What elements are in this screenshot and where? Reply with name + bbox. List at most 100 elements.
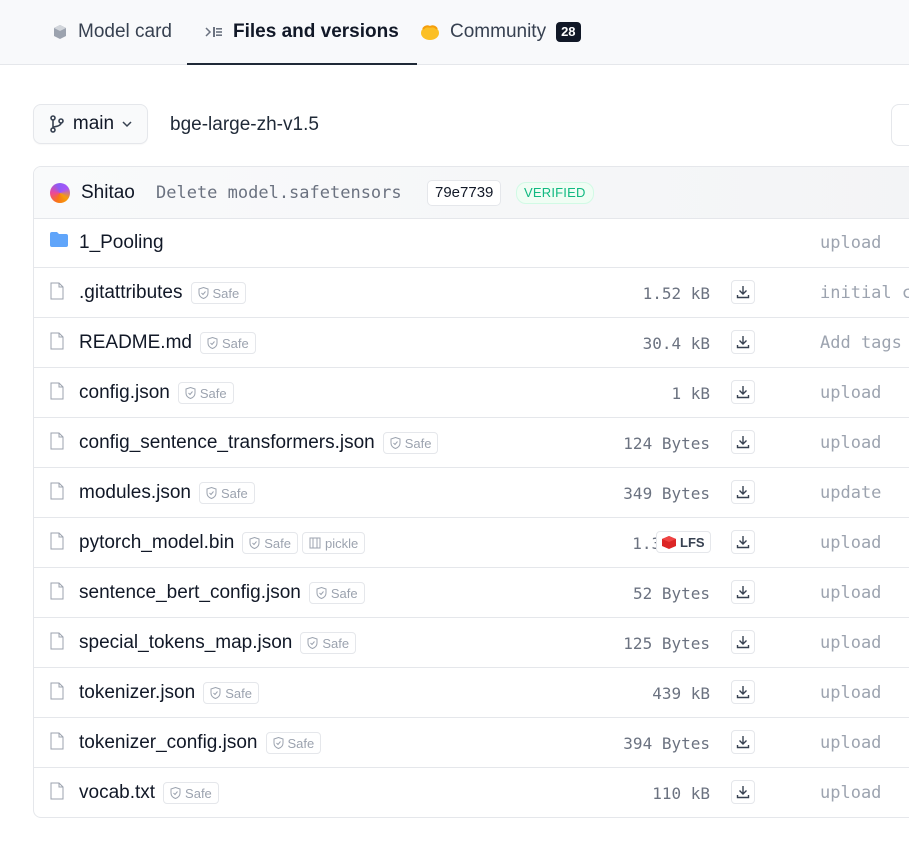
commit-hash[interactable]: 79e7739 [427, 180, 502, 206]
folder-row[interactable]: 1_Pooling upload [34, 218, 909, 268]
commit-message-cell[interactable]: upload [820, 233, 881, 253]
file-size: 52 Bytes [632, 584, 710, 603]
file-name[interactable]: modules.json Safe [79, 482, 255, 504]
file-name-link[interactable]: vocab.txt [79, 782, 155, 804]
download-button[interactable] [731, 730, 755, 754]
safe-badge[interactable]: Safe [265, 732, 322, 754]
file-name-link[interactable]: README.md [79, 332, 192, 354]
table-row[interactable]: special_tokens_map.json Safe 125 Bytes u… [34, 618, 909, 668]
file-name[interactable]: .gitattributes Safe [79, 282, 247, 304]
lfs-badge[interactable]: LFS [656, 531, 711, 553]
safe-badge[interactable]: Safe [190, 282, 247, 304]
file-name[interactable]: vocab.txt Safe [79, 782, 219, 804]
file-name-link[interactable]: config_sentence_transformers.json [79, 432, 375, 454]
branch-selector-button[interactable]: main [33, 104, 148, 144]
table-row[interactable]: sentence_bert_config.json Safe 52 Bytes … [34, 568, 909, 618]
table-row[interactable]: tokenizer_config.json Safe 394 Bytes upl… [34, 718, 909, 768]
commit-message-cell[interactable]: upload [820, 383, 881, 403]
commit-message[interactable]: Delete model.safetensors [156, 183, 402, 203]
commit-message-cell[interactable]: update [820, 483, 881, 503]
file-icon [50, 582, 64, 605]
file-name[interactable]: config_sentence_transformers.json Safe [79, 432, 439, 454]
commit-message-cell[interactable]: upload [820, 533, 881, 553]
file-name[interactable]: tokenizer_config.json Safe [79, 732, 322, 754]
repo-path-breadcrumb[interactable]: bge-large-zh-v1.5 [170, 114, 319, 136]
file-name-link[interactable]: sentence_bert_config.json [79, 582, 301, 604]
safe-badge-label: Safe [225, 685, 252, 701]
file-name[interactable]: special_tokens_map.json Safe [79, 632, 357, 654]
safe-badge[interactable]: Safe [382, 432, 439, 454]
avatar[interactable] [50, 183, 70, 203]
download-icon [736, 636, 750, 649]
file-name[interactable]: README.md Safe [79, 332, 256, 354]
tab-community[interactable]: Community 28 [420, 0, 581, 64]
commit-message-cell[interactable]: upload [820, 633, 881, 653]
commit-message-cell[interactable]: upload [820, 783, 881, 803]
pickle-badge[interactable]: pickle [302, 532, 366, 554]
file-icon [50, 532, 64, 555]
file-name-link[interactable]: .gitattributes [79, 282, 183, 304]
table-row[interactable]: config_sentence_transformers.json Safe 1… [34, 418, 909, 468]
tab-label: Community [450, 21, 547, 42]
commit-author[interactable]: Shitao [81, 182, 135, 204]
safe-badge[interactable]: Safe [300, 632, 357, 654]
table-row[interactable]: .gitattributes Safe 1.52 kB initial c [34, 268, 909, 318]
file-name-link[interactable]: 1_Pooling [79, 232, 164, 254]
tab-label: Model card [78, 21, 172, 42]
safe-badge[interactable]: Safe [177, 382, 234, 404]
file-name[interactable]: pytorch_model.bin Safe pickle [79, 532, 366, 554]
download-button[interactable] [731, 380, 755, 404]
download-button[interactable] [731, 280, 755, 304]
safe-badge[interactable]: Safe [203, 682, 259, 704]
file-name-link[interactable]: tokenizer.json [79, 682, 195, 704]
download-button[interactable] [731, 330, 755, 354]
safe-badge[interactable]: Safe [198, 482, 255, 504]
file-name[interactable]: 1_Pooling [79, 232, 164, 254]
file-name[interactable]: tokenizer.json Safe [79, 682, 259, 704]
file-name-link[interactable]: modules.json [79, 482, 191, 504]
download-button[interactable] [731, 580, 755, 604]
tab-model-card[interactable]: Model card [52, 0, 172, 64]
shield-icon [316, 587, 327, 599]
search-file-input[interactable] [891, 104, 909, 146]
file-name[interactable]: sentence_bert_config.json Safe [79, 582, 365, 604]
download-button[interactable] [731, 630, 755, 654]
commit-message-cell[interactable]: upload [820, 733, 881, 753]
safe-badge[interactable]: Safe [242, 532, 299, 554]
download-button[interactable] [731, 680, 755, 704]
file-name-link[interactable]: special_tokens_map.json [79, 632, 292, 654]
commit-message-cell[interactable]: upload [820, 433, 881, 453]
table-row[interactable]: modules.json Safe 349 Bytes update [34, 468, 909, 518]
file-icon [50, 332, 64, 355]
safe-badge[interactable]: Safe [199, 332, 256, 354]
file-name[interactable]: config.json Safe [79, 382, 234, 404]
file-name-link[interactable]: config.json [79, 382, 170, 404]
download-icon [736, 386, 750, 399]
safe-badge[interactable]: Safe [308, 582, 365, 604]
safe-badge[interactable]: Safe [163, 782, 219, 804]
tab-files-and-versions[interactable]: Files and versions [187, 0, 417, 65]
download-button[interactable] [731, 430, 755, 454]
table-row[interactable]: pytorch_model.bin Safepickle 1.3 GB uplo… [34, 518, 909, 568]
file-icon [50, 732, 64, 755]
table-row[interactable]: tokenizer.json Safe 439 kB upload [34, 668, 909, 718]
table-row[interactable]: config.json Safe 1 kB upload [34, 368, 909, 418]
commit-message-cell[interactable]: upload [820, 683, 881, 703]
file-name-link[interactable]: pytorch_model.bin [79, 532, 234, 554]
commit-message-cell[interactable]: initial c [820, 283, 909, 303]
download-icon [736, 286, 750, 299]
chevron-down-icon [122, 121, 132, 128]
branch-label: main [72, 113, 115, 134]
table-row[interactable]: vocab.txt Safe 110 kB upload [34, 768, 909, 817]
download-button[interactable] [731, 530, 755, 554]
download-button[interactable] [731, 780, 755, 804]
table-row[interactable]: README.md Safe 30.4 kB Add tags [34, 318, 909, 368]
tab-label: Files and versions [233, 21, 399, 42]
safe-badge-label: Safe [264, 535, 292, 551]
file-icon [50, 782, 64, 805]
download-button[interactable] [731, 480, 755, 504]
commit-message-cell[interactable]: upload [820, 583, 881, 603]
commit-message-cell[interactable]: Add tags [820, 333, 902, 353]
file-name-link[interactable]: tokenizer_config.json [79, 732, 258, 754]
shield-icon [390, 437, 401, 449]
